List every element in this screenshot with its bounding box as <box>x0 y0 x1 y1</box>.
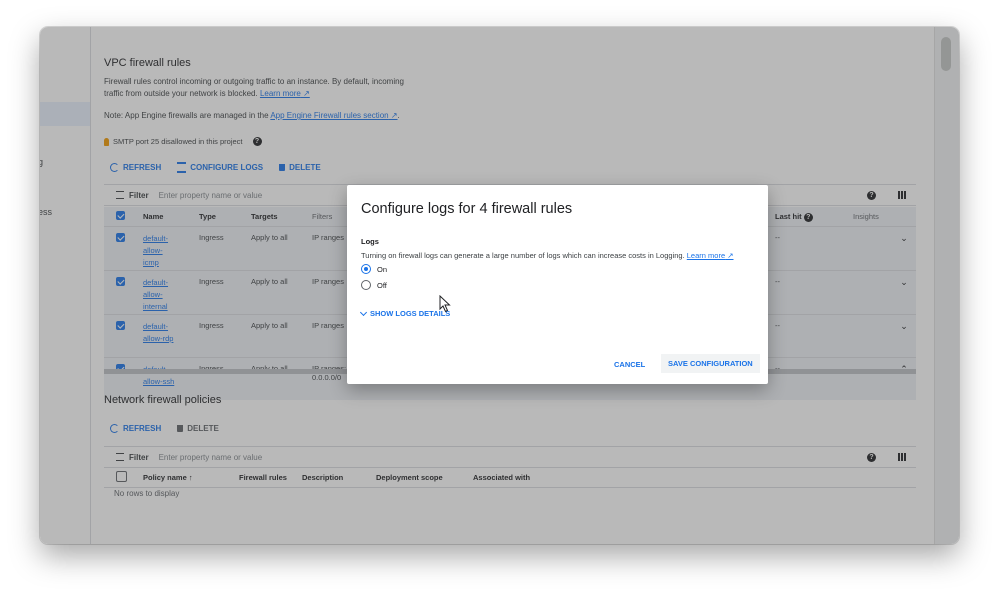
learn-more-link[interactable]: Learn more <box>687 251 725 260</box>
show-logs-details-button[interactable]: SHOW LOGS DETAILS <box>359 308 450 318</box>
radio-off-label: Off <box>377 280 387 290</box>
logs-off-option[interactable]: Off <box>361 280 387 290</box>
mouse-cursor-icon <box>439 295 451 313</box>
cancel-button[interactable]: CANCEL <box>614 360 645 369</box>
radio-on[interactable] <box>361 264 371 274</box>
chevron-down-icon <box>359 308 368 316</box>
warning-text: Turning on firewall logs can generate a … <box>361 251 685 260</box>
dialog-title: Configure logs for 4 firewall rules <box>361 201 573 217</box>
radio-off[interactable] <box>361 280 371 290</box>
radio-on-label: On <box>377 264 388 274</box>
logs-on-option[interactable]: On <box>361 264 387 274</box>
logs-label: Logs <box>361 237 379 246</box>
configure-logs-dialog: Configure logs for 4 firewall rules Logs… <box>347 185 768 384</box>
save-configuration-button[interactable]: SAVE CONFIGURATION <box>661 354 760 373</box>
console-window: g ess VPC firewall rules Firewall rules … <box>40 27 959 544</box>
logs-cost-warning: Turning on firewall logs can generate a … <box>361 251 734 260</box>
external-link-icon: ↗ <box>725 251 734 260</box>
